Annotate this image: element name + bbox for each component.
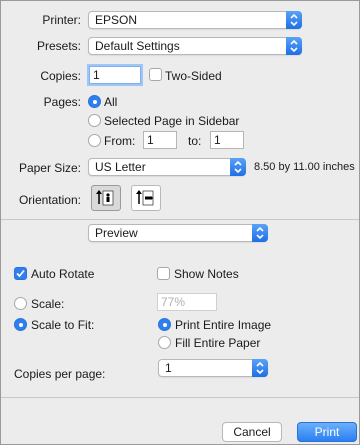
pages-all-radio[interactable] — [88, 95, 101, 108]
chevron-updown-icon — [252, 359, 268, 377]
presets-value: Default Settings — [95, 39, 180, 53]
paper-size-label: Paper Size: — [18, 161, 81, 175]
paper-size-popup[interactable]: US Letter — [88, 158, 246, 176]
copies-label: Copies: — [40, 69, 81, 83]
landscape-orientation-button[interactable] — [131, 185, 161, 211]
chevron-updown-icon — [286, 37, 302, 55]
print-button[interactable]: Print — [297, 422, 357, 442]
show-notes-checkbox[interactable] — [157, 267, 170, 280]
pages-selected-sidebar-radio[interactable] — [88, 114, 101, 127]
copies-field[interactable]: 1 — [89, 66, 141, 84]
scale-radio[interactable] — [14, 297, 27, 310]
copies-per-page-value: 1 — [165, 361, 172, 375]
pages-all-label: All — [104, 95, 118, 109]
printer-popup[interactable]: EPSON — [88, 11, 302, 29]
pages-to-label: to: — [188, 134, 202, 148]
scale-field[interactable]: 77% — [157, 293, 217, 311]
fill-entire-paper-label: Fill Entire Paper — [175, 336, 261, 350]
section-menu-popup[interactable]: Preview — [88, 224, 268, 242]
pages-to-field[interactable]: 1 — [210, 131, 244, 149]
two-sided-checkbox[interactable] — [149, 68, 162, 81]
pages-from-radio[interactable] — [88, 134, 101, 147]
printer-label: Printer: — [42, 13, 81, 27]
portrait-orientation-button[interactable] — [91, 185, 121, 211]
portrait-icon — [96, 190, 114, 206]
pages-from-field[interactable]: 1 — [143, 131, 177, 149]
pages-label: Pages: — [43, 95, 81, 109]
two-sided-label: Two-Sided — [165, 69, 222, 83]
scale-to-fit-radio[interactable] — [14, 318, 27, 331]
separator — [1, 397, 359, 398]
print-dialog: Printer: EPSON Presets: Default Settings… — [0, 0, 360, 445]
paper-size-dimensions: 8.50 by 11.00 inches — [254, 161, 355, 173]
print-entire-image-label: Print Entire Image — [175, 318, 272, 332]
fill-entire-paper-radio[interactable] — [158, 336, 171, 349]
presets-label: Presets: — [36, 39, 81, 53]
auto-rotate-label: Auto Rotate — [31, 267, 95, 281]
copies-per-page-popup[interactable]: 1 — [158, 359, 268, 377]
section-menu-value: Preview — [95, 226, 138, 240]
scale-label: Scale: — [31, 297, 65, 311]
pages-selected-sidebar-label: Selected Page in Sidebar — [104, 114, 240, 128]
chevron-updown-icon — [286, 11, 302, 29]
chevron-updown-icon — [230, 158, 246, 176]
paper-size-value: US Letter — [95, 160, 146, 174]
presets-popup[interactable]: Default Settings — [88, 37, 302, 55]
landscape-icon — [136, 190, 154, 206]
cancel-button[interactable]: Cancel — [222, 422, 282, 442]
auto-rotate-checkbox[interactable] — [14, 267, 27, 280]
scale-to-fit-label: Scale to Fit: — [31, 318, 95, 332]
orientation-label: Orientation: — [18, 193, 81, 207]
printer-value: EPSON — [95, 13, 138, 27]
show-notes-label: Show Notes — [174, 267, 239, 281]
pages-from-label: From: — [104, 134, 136, 148]
separator — [1, 219, 359, 220]
copies-per-page-label: Copies per page: — [14, 367, 106, 381]
print-entire-image-radio[interactable] — [158, 318, 171, 331]
chevron-updown-icon — [252, 224, 268, 242]
checkmark-icon — [16, 269, 25, 278]
